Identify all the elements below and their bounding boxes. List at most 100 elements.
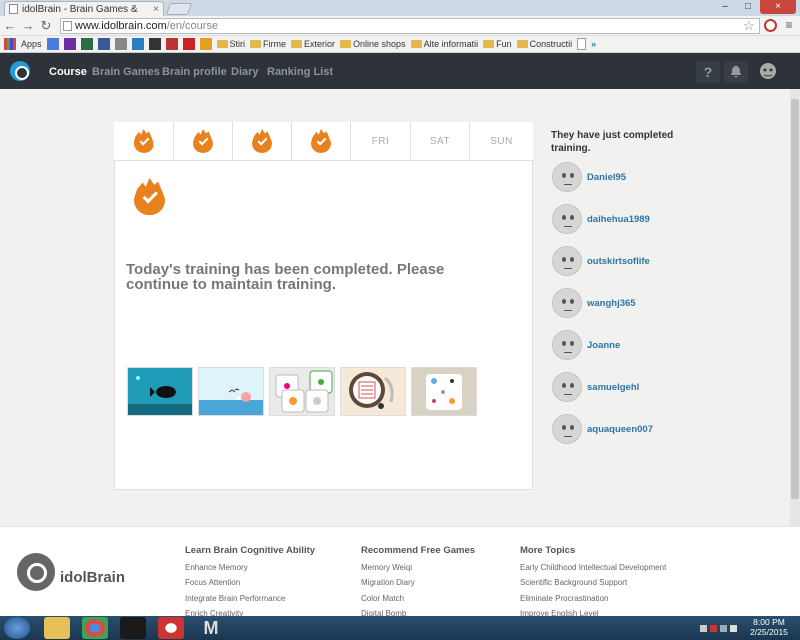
bookmark-folder-alte-informatii[interactable]: Alte informatii [410,39,478,49]
day-completed [233,122,292,161]
forward-arrow-icon[interactable]: → [20,18,36,34]
bookmark-icon[interactable] [199,38,212,50]
folder-icon [340,40,352,48]
bookmark-apps[interactable]: Apps [21,39,42,49]
flame-check-icon [133,129,154,153]
new-tab-button[interactable] [165,3,193,15]
user-name[interactable]: outskirtsoflife [587,256,650,267]
user-name[interactable]: Daniel95 [587,172,626,183]
game-thumbnail-document[interactable] [340,367,406,416]
bookmark-icon[interactable] [165,38,178,50]
yahoo-bookmark-icon[interactable] [63,38,76,50]
bookmark-folder-online-shops[interactable]: Online shops [340,39,406,49]
app-icon[interactable] [158,617,184,639]
user-avatar-icon[interactable] [758,61,778,81]
footer-link[interactable]: Scientific Background Support [520,575,666,591]
address-bar[interactable]: www.idolbrain.com/en/course [60,18,760,34]
bookmark-star-icon[interactable]: ☆ [743,18,755,34]
user-name[interactable]: aquaqueen007 [587,424,653,435]
footer-link[interactable]: Focus Attention [185,575,315,591]
user-name[interactable]: Joanne [587,340,620,351]
nav-course[interactable]: Course [49,66,87,78]
folder-label: Online shops [353,39,406,49]
footer-link[interactable]: Integrate Brain Performance [185,591,315,607]
page-icon [63,21,72,31]
bell-icon[interactable] [724,61,748,83]
user-item[interactable]: Joanne [552,329,620,361]
clock-date: 2/25/2015 [750,627,788,637]
user-item[interactable]: daihehua1989 [552,203,650,235]
page-bookmark-icon[interactable] [577,38,587,50]
chrome-icon[interactable] [82,617,108,639]
game-thumbnail-dice[interactable] [411,367,477,416]
bookmark-folder-exterior[interactable]: Exterior [291,39,335,49]
bookmark-icon[interactable] [182,38,195,50]
explorer-icon[interactable] [44,617,70,639]
game-thumbnail-fish[interactable] [127,367,193,416]
close-window-button[interactable]: × [760,0,796,14]
nvidia-icon[interactable] [120,617,146,639]
bookmark-folder-fun[interactable]: Fun [483,39,512,49]
google-bookmark-icon[interactable] [46,38,59,50]
user-item[interactable]: wanghj365 [552,287,636,319]
footer-link[interactable]: Color Match [361,591,475,607]
game-thumbnail-color-match[interactable] [269,367,335,416]
page-favicon-icon [9,4,18,14]
bookmark-icon[interactable] [131,38,144,50]
extension-icon[interactable] [764,19,777,32]
tray-flag-icon[interactable] [710,624,717,632]
user-item[interactable]: samuelgehl [552,371,639,403]
reload-icon[interactable]: ↻ [38,18,54,34]
more-bookmarks-icon[interactable]: » [591,39,596,49]
idolbrain-logo-icon[interactable] [10,61,30,81]
nav-diary[interactable]: Diary [231,66,259,78]
imdb-bookmark-icon[interactable] [148,38,161,50]
footer-link[interactable]: Migration Diary [361,575,475,591]
help-icon[interactable]: ? [696,61,720,83]
folder-label: Fun [496,39,512,49]
browser-tab[interactable]: idolBrain - Brain Games & × [4,1,164,16]
tray-arrow-icon[interactable] [700,624,707,632]
footer-link[interactable]: Eliminate Procrastination [520,591,666,607]
bookmark-folder-firme[interactable]: Firme [250,39,286,49]
bookmark-icon[interactable] [114,38,127,50]
day-label: SAT [429,135,451,147]
facebook-bookmark-icon[interactable] [97,38,110,50]
user-name[interactable]: samuelgehl [587,382,639,393]
user-item[interactable]: aquaqueen007 [552,413,653,445]
nav-brain-games[interactable]: Brain Games [92,66,160,78]
footer-link[interactable]: Early Childhood Intellectual Development [520,560,666,576]
bookmark-folder-stiri[interactable]: Stiri [216,39,246,49]
apps-grid-icon[interactable] [4,38,16,50]
folder-label: Stiri [229,39,246,49]
footer-column-title: More Topics [520,545,576,556]
game-thumbnail-migration[interactable] [198,367,264,416]
folder-label: Firme [263,39,287,49]
start-button-icon[interactable] [4,617,30,639]
chrome-menu-icon[interactable]: ≡ [783,18,795,32]
minimize-button[interactable]: – [714,0,736,14]
user-avatar-icon [552,414,582,444]
network-icon[interactable] [720,624,727,632]
user-item[interactable]: outskirtsoflife [552,245,650,277]
nav-brain-profile[interactable]: Brain profile [162,66,227,78]
url-host: www.idolbrain.com [75,20,167,32]
user-name[interactable]: wanghj365 [587,298,636,309]
bookmark-icon[interactable] [80,38,93,50]
tab-close-icon[interactable]: × [153,4,159,15]
maximize-button[interactable]: □ [737,0,759,14]
bookmark-folder-constructii[interactable]: Constructii [516,39,572,49]
volume-icon[interactable] [730,624,737,632]
url-path: /en/course [166,20,219,32]
user-item[interactable]: Daniel95 [552,161,626,193]
metro-icon[interactable]: M [198,617,224,639]
user-avatar-icon [552,372,582,402]
user-avatar-icon [552,162,582,192]
user-name[interactable]: daihehua1989 [587,214,650,225]
footer-link[interactable]: Memory Weiqi [361,560,475,576]
footer-link[interactable]: Enhance Memory [185,560,315,576]
nav-ranking-list[interactable]: Ranking List [267,66,333,78]
scrollbar-thumb[interactable] [791,99,799,499]
taskbar-clock[interactable]: 8:00 PM 2/25/2015 [740,617,798,637]
back-arrow-icon[interactable]: ← [2,18,18,34]
